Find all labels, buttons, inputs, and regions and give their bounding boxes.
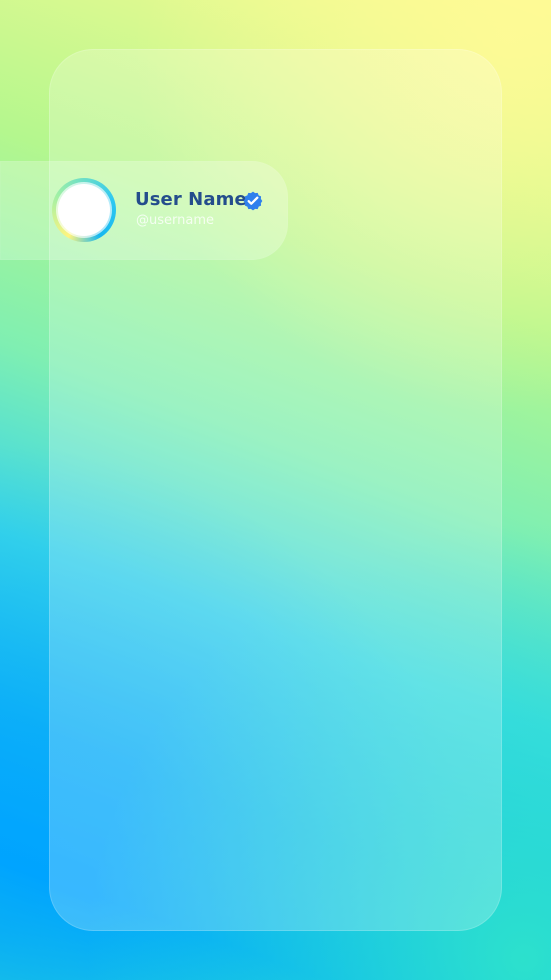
username-handle: @username bbox=[136, 213, 214, 228]
verified-badge-icon bbox=[243, 191, 263, 211]
display-name: User Name bbox=[135, 189, 247, 210]
avatar[interactable] bbox=[58, 184, 110, 236]
